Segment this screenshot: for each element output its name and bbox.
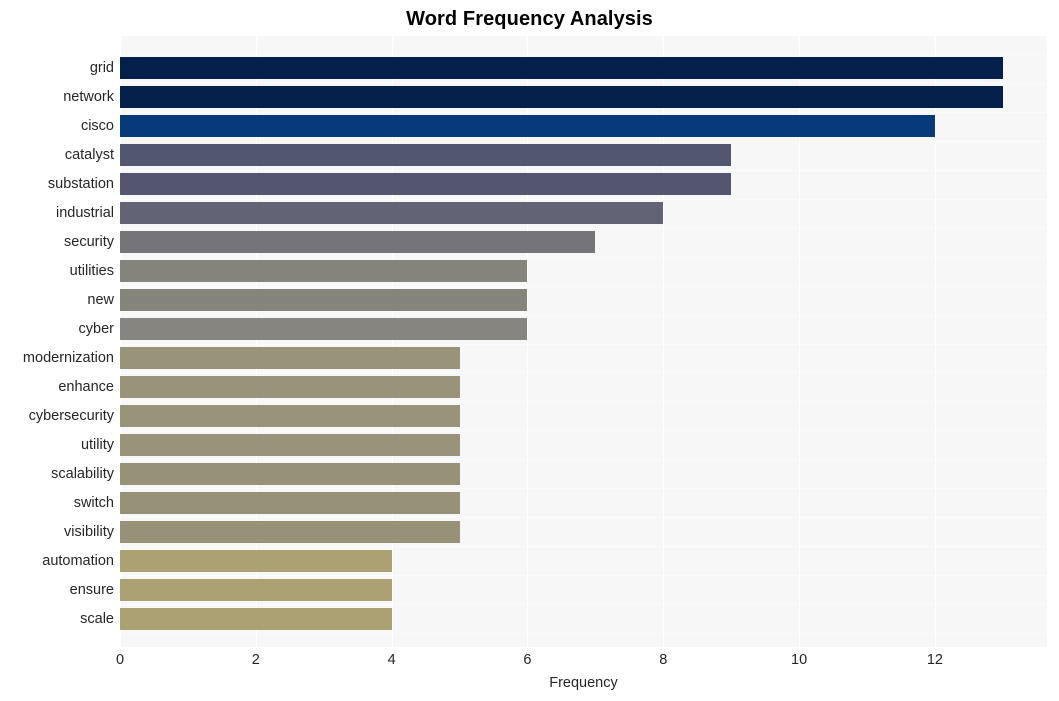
y-tick-label: security [64,234,114,251]
y-tick-label: scale [80,610,114,627]
y-tick-label: new [87,292,114,309]
bar [120,86,1003,109]
gridline-horizontal [120,488,1047,490]
gridline-vertical [934,36,936,647]
y-tick-label: cisco [80,118,114,135]
bar [120,144,732,167]
bar [120,231,596,254]
gridline-horizontal [120,575,1047,577]
x-tick-label: 4 [387,652,396,668]
gridline-horizontal [120,401,1047,403]
y-tick-label: utilities [69,263,114,280]
bar [120,173,732,196]
bar [120,346,460,369]
bar [120,520,460,543]
x-tick-label: 6 [523,652,532,668]
gridline-horizontal [120,604,1047,606]
bar [120,57,1003,80]
y-tick-label: industrial [55,205,114,222]
x-tick-label: 10 [791,652,808,668]
x-tick-label: 2 [251,652,260,668]
y-axis-ticks: grid network cisco catalyst substation indust… [0,36,114,647]
y-tick-label: network [63,89,114,106]
bar [120,462,460,485]
bar [120,607,392,630]
x-tick-label: 12 [926,652,944,668]
gridline-horizontal [120,343,1047,345]
bar [120,318,528,341]
x-axis-ticks: 0 2 4 6 8 10 12 [116,647,1047,673]
plot-area [120,36,1047,647]
gridline-horizontal [120,372,1047,374]
gridline-horizontal [120,111,1047,113]
y-tick-label: ensure [69,581,114,598]
y-tick-label: automation [42,552,114,569]
gridline-horizontal [120,546,1047,548]
bar [120,491,460,514]
gridline-horizontal [120,285,1047,287]
y-tick-label: switch [73,494,114,511]
y-tick-label: cybersecurity [28,407,114,424]
word-frequency-chart: Word Frequency Analysis grid network cisco… [0,0,1059,701]
y-tick-label: enhance [58,378,114,395]
gridline-horizontal [120,198,1047,200]
bar [120,404,460,427]
chart-title: Word Frequency Analysis [406,8,653,30]
gridline-horizontal [120,256,1047,258]
gridline-horizontal [120,633,1047,634]
x-tick-label: 0 [115,652,125,668]
bar [120,260,528,283]
bar [120,115,935,138]
y-tick-label: modernization [22,349,114,366]
y-tick-label: substation [47,176,114,193]
gridline-horizontal [120,430,1047,432]
x-axis-label: Frequency [549,675,618,691]
y-tick-label: cyber [78,321,114,338]
y-tick-label: scalability [51,465,114,482]
gridline-horizontal [120,54,1047,55]
bar [120,289,528,312]
y-tick-label: utility [80,436,114,453]
gridline-horizontal [120,517,1047,519]
gridline-horizontal [120,314,1047,316]
bar [120,433,460,456]
bar [120,549,392,572]
gridline-horizontal [120,227,1047,229]
y-tick-label: grid [89,60,114,77]
gridline-horizontal [120,140,1047,142]
gridline-horizontal [120,82,1047,84]
y-tick-label: visibility [64,523,114,540]
x-tick-label: 8 [659,652,668,668]
bar [120,202,664,225]
bar [120,578,392,601]
gridline-horizontal [120,169,1047,171]
gridline-horizontal [120,459,1047,461]
bar [120,375,460,398]
y-tick-label: catalyst [64,147,114,164]
